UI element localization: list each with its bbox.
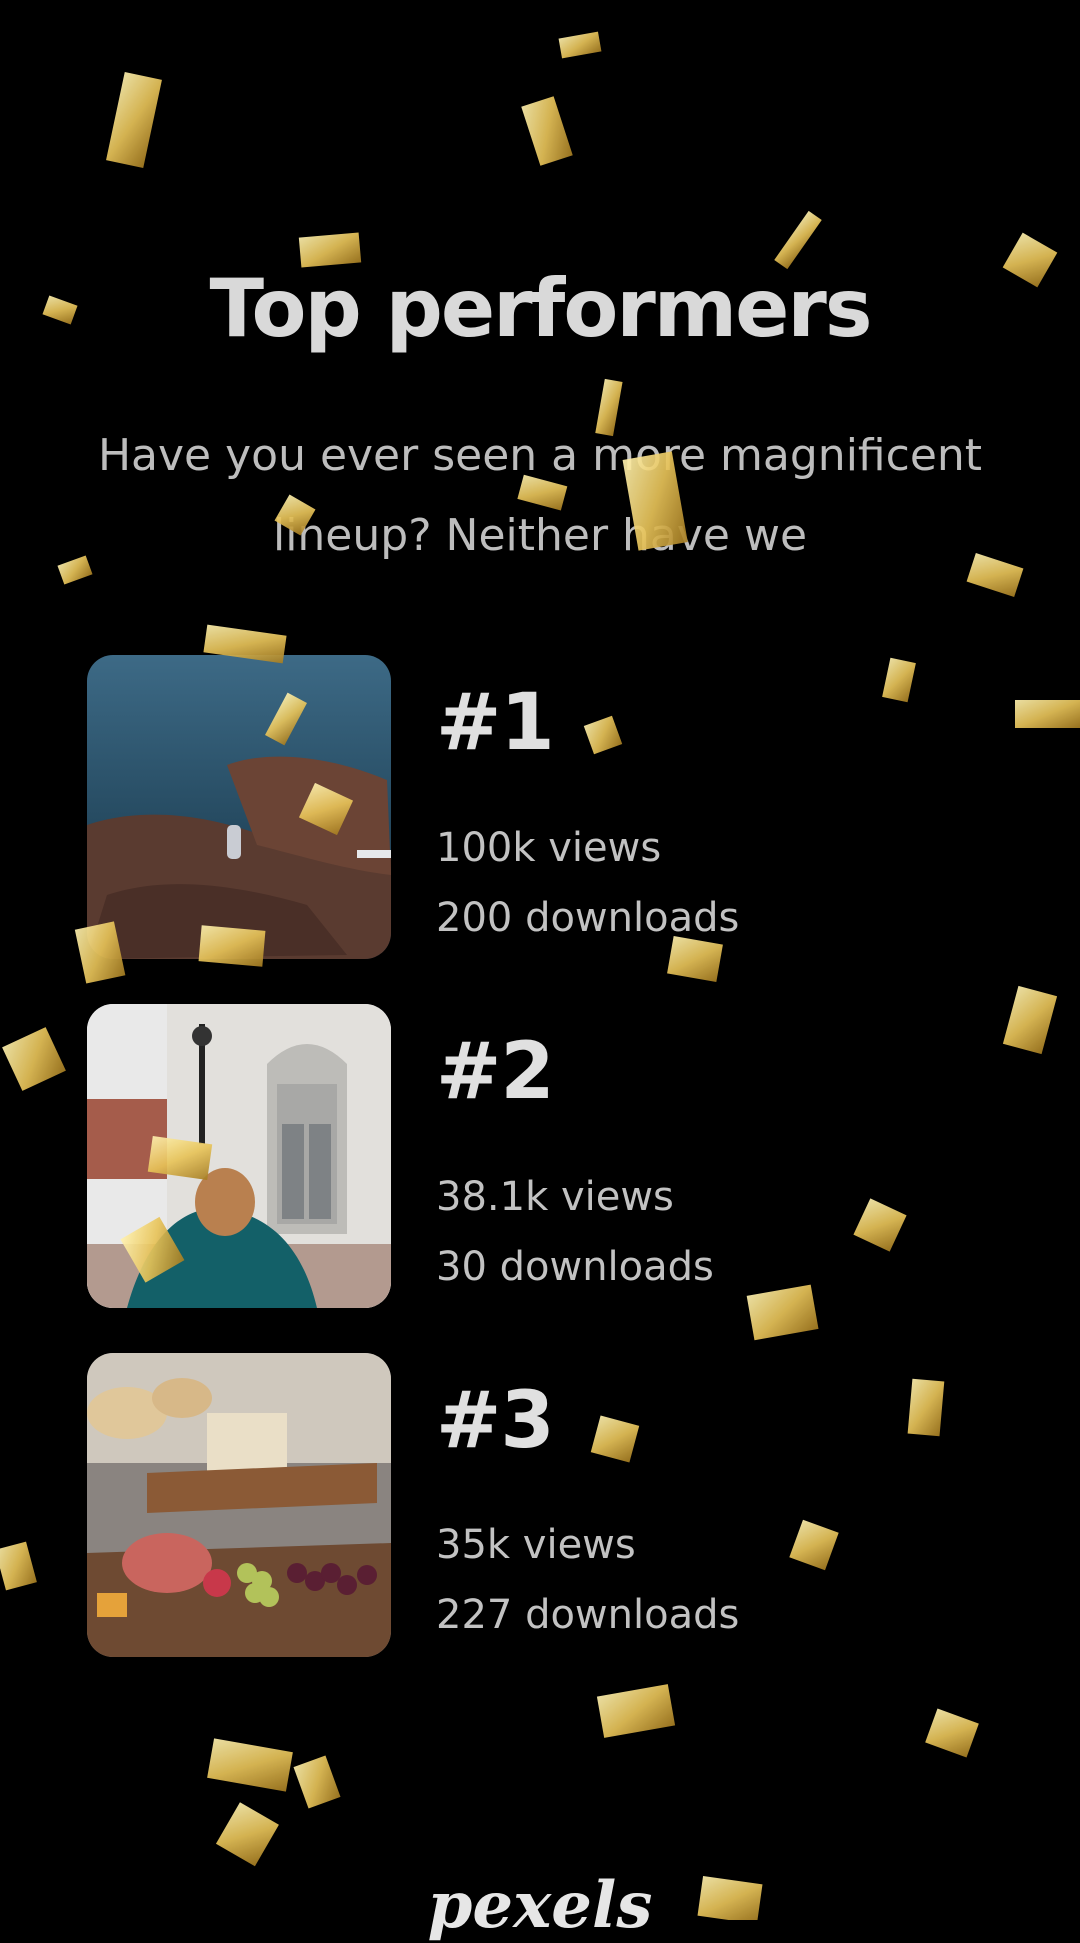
performer-2-views: 38.1k views <box>436 1174 674 1220</box>
performer-1-views: 100k views <box>436 825 662 871</box>
page-subtitle: Have you ever seen a more magnificent li… <box>80 416 1000 576</box>
performer-1-rank: #1 <box>436 678 555 768</box>
subtitle-line-2: lineup? Neither have we <box>272 510 808 561</box>
performer-3-rank: #3 <box>436 1376 555 1466</box>
performer-2-image[interactable] <box>87 1004 391 1308</box>
performer-1-image[interactable] <box>87 655 391 959</box>
performer-3-image[interactable] <box>87 1353 391 1657</box>
performer-3-downloads: 227 downloads <box>436 1592 740 1638</box>
performer-2-downloads: 30 downloads <box>436 1244 714 1290</box>
subtitle-line-1: Have you ever seen a more magnificent <box>97 430 983 481</box>
page-title: Top performers <box>209 262 873 355</box>
pexels-logo: pexels <box>427 1868 653 1943</box>
performer-2-rank: #2 <box>436 1027 555 1117</box>
performer-3-views: 35k views <box>436 1522 636 1568</box>
performer-1-downloads: 200 downloads <box>436 895 740 941</box>
